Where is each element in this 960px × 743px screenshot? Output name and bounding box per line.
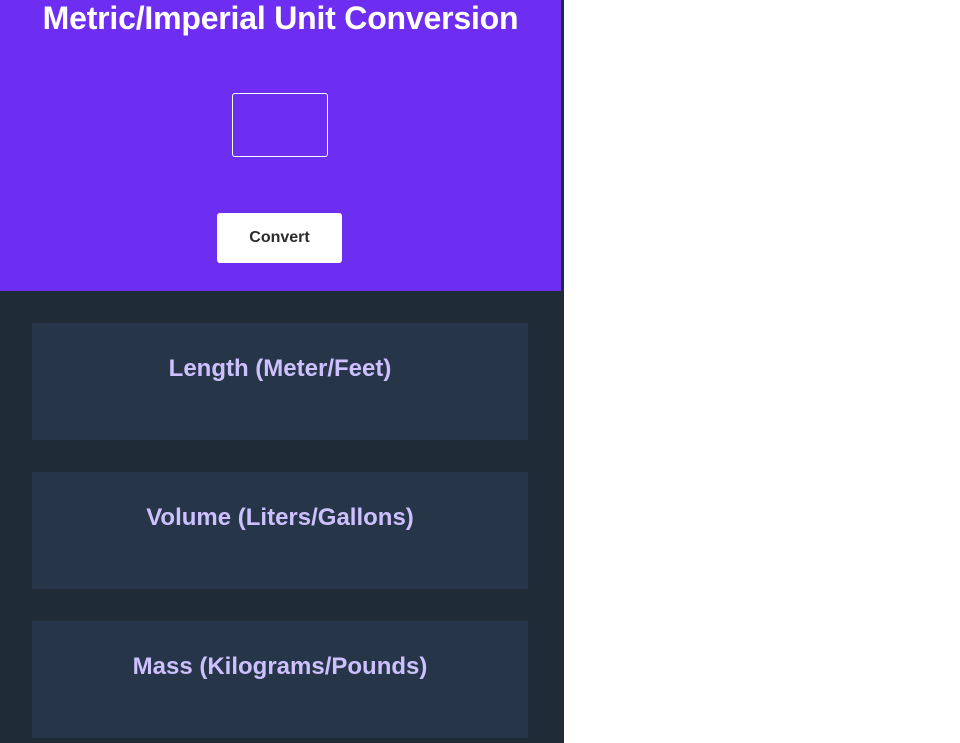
length-result	[32, 389, 528, 409]
mass-card: Mass (Kilograms/Pounds)	[32, 621, 528, 738]
volume-card: Volume (Liters/Gallons)	[32, 472, 528, 589]
input-panel: Metric/Imperial Unit Conversion Convert	[0, 0, 561, 291]
length-card: Length (Meter/Feet)	[32, 323, 528, 440]
value-input[interactable]	[232, 93, 328, 157]
mass-card-title: Mass (Kilograms/Pounds)	[132, 653, 428, 680]
volume-card-title: Volume (Liters/Gallons)	[146, 504, 414, 531]
length-card-title: Length (Meter/Feet)	[168, 355, 392, 382]
mass-result	[32, 687, 528, 707]
converter-app: Metric/Imperial Unit Conversion Convert …	[0, 0, 564, 743]
page-title: Metric/Imperial Unit Conversion	[42, 0, 519, 36]
panel-edge	[561, 0, 564, 291]
volume-result	[32, 538, 528, 558]
convert-button[interactable]: Convert	[217, 213, 342, 263]
